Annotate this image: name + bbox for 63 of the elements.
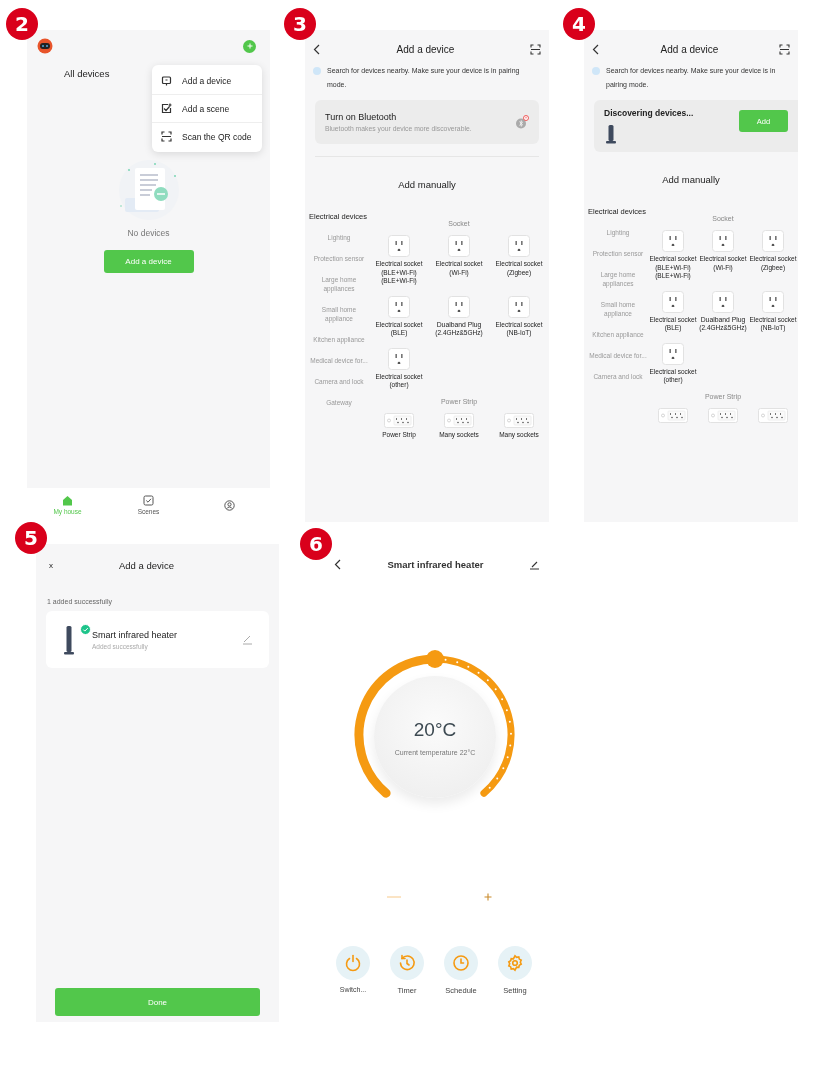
power-strip-icon [444, 412, 474, 428]
profile-icon [224, 499, 235, 511]
card-title: Discovering devices... [604, 108, 694, 118]
socket-icon [508, 295, 530, 318]
tower-heater-icon [62, 624, 76, 655]
edit-icon[interactable] [529, 559, 540, 570]
card-title: Turn on Bluetooth [325, 112, 398, 122]
device-name: Smart infrared heater [92, 629, 179, 640]
step-badge: 6 [300, 528, 332, 560]
scene-icon [161, 103, 172, 114]
socket-icon [662, 342, 684, 365]
scan-icon[interactable] [779, 43, 790, 55]
section-title: Add manually [662, 174, 720, 185]
page-title: Add a device [396, 43, 455, 55]
menu-item[interactable]: Add a scene [152, 95, 262, 123]
back-icon[interactable] [592, 43, 600, 55]
socket-icon [662, 290, 684, 313]
power-strip-icon [504, 412, 534, 428]
step-badge: 2 [6, 8, 38, 40]
socket-icon [388, 347, 410, 370]
empty-message: No devices [127, 228, 170, 238]
house-icon [62, 495, 73, 506]
socket-icon [508, 235, 530, 257]
socket-icon [388, 295, 410, 318]
socket-icon [662, 230, 684, 252]
socket-icon [388, 235, 410, 257]
socket-icon [448, 295, 470, 318]
device-icon [161, 75, 172, 86]
section-title: Add manually [398, 179, 456, 190]
bluetooth-alert-icon [515, 115, 529, 129]
menu-item[interactable]: Scan the QR code [152, 123, 262, 150]
device-title: Smart infrared heater [387, 559, 484, 570]
plus-icon [246, 43, 253, 49]
scan-icon [161, 131, 172, 142]
tower-heater-icon [604, 124, 618, 144]
check-square-icon [143, 495, 154, 506]
loading-icon [313, 67, 321, 75]
socket-icon [712, 230, 734, 252]
page-title: Add a device [119, 559, 174, 571]
socket-icon [762, 230, 784, 252]
back-icon[interactable] [334, 559, 342, 570]
menu-item[interactable]: Add a device [152, 67, 262, 95]
step-badge: 4 [563, 8, 595, 40]
power-strip-icon [384, 412, 414, 428]
check-badge-icon [80, 623, 91, 635]
page-title: Add a device [660, 43, 719, 55]
settings-icon [506, 954, 524, 972]
socket-icon [448, 235, 470, 257]
socket-icon [762, 290, 784, 313]
step-badge: 5 [15, 522, 47, 554]
loading-icon [592, 67, 600, 75]
power-icon [344, 954, 362, 972]
set-temperature: 20°C [413, 718, 457, 741]
step-badge: 3 [284, 8, 316, 40]
timer-icon [398, 954, 416, 972]
back-icon[interactable] [313, 43, 321, 55]
clock-icon [452, 954, 470, 972]
robot-avatar-icon[interactable] [37, 38, 53, 54]
scan-icon[interactable] [530, 43, 541, 55]
dial-thumb[interactable] [426, 650, 444, 668]
socket-icon [712, 290, 734, 313]
close-button[interactable]: x [49, 560, 53, 570]
page-title: All devices [63, 67, 111, 79]
